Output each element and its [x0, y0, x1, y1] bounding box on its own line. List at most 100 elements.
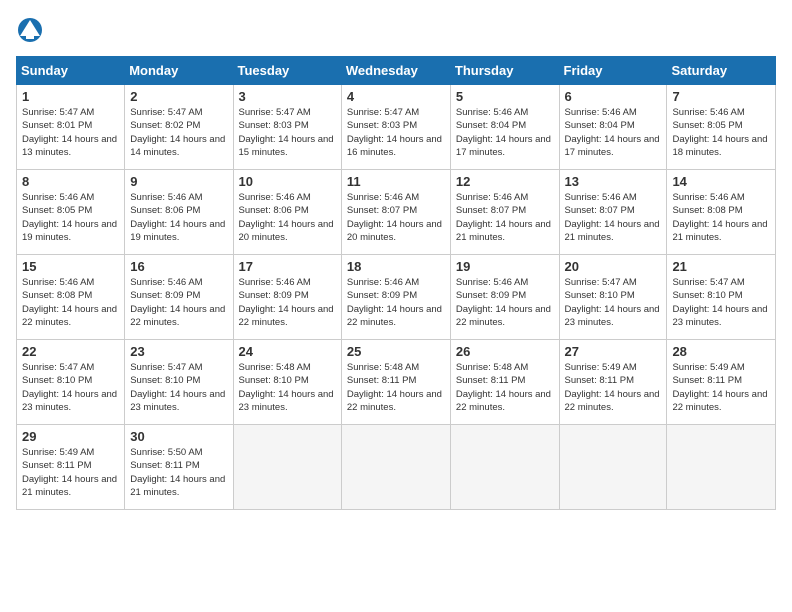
day-info: Sunrise: 5:48 AM Sunset: 8:11 PM Dayligh…	[456, 361, 554, 414]
day-info: Sunrise: 5:47 AM Sunset: 8:03 PM Dayligh…	[239, 106, 336, 159]
day-info: Sunrise: 5:49 AM Sunset: 8:11 PM Dayligh…	[565, 361, 662, 414]
empty-cell	[667, 425, 776, 510]
day-number: 15	[22, 259, 119, 274]
day-number: 28	[672, 344, 770, 359]
day-info: Sunrise: 5:47 AM Sunset: 8:10 PM Dayligh…	[130, 361, 227, 414]
day-number: 12	[456, 174, 554, 189]
day-number: 2	[130, 89, 227, 104]
day-cell: 2 Sunrise: 5:47 AM Sunset: 8:02 PM Dayli…	[125, 85, 233, 170]
day-cell: 20 Sunrise: 5:47 AM Sunset: 8:10 PM Dayl…	[559, 255, 667, 340]
day-number: 19	[456, 259, 554, 274]
week-row: 8 Sunrise: 5:46 AM Sunset: 8:05 PM Dayli…	[17, 170, 776, 255]
day-cell: 17 Sunrise: 5:46 AM Sunset: 8:09 PM Dayl…	[233, 255, 341, 340]
day-cell: 26 Sunrise: 5:48 AM Sunset: 8:11 PM Dayl…	[450, 340, 559, 425]
calendar-header-tuesday: Tuesday	[233, 57, 341, 85]
day-info: Sunrise: 5:46 AM Sunset: 8:06 PM Dayligh…	[239, 191, 336, 244]
day-cell: 12 Sunrise: 5:46 AM Sunset: 8:07 PM Dayl…	[450, 170, 559, 255]
calendar-header-monday: Monday	[125, 57, 233, 85]
day-info: Sunrise: 5:47 AM Sunset: 8:01 PM Dayligh…	[22, 106, 119, 159]
day-number: 9	[130, 174, 227, 189]
day-cell: 18 Sunrise: 5:46 AM Sunset: 8:09 PM Dayl…	[341, 255, 450, 340]
calendar: SundayMondayTuesdayWednesdayThursdayFrid…	[16, 56, 776, 510]
day-cell: 30 Sunrise: 5:50 AM Sunset: 8:11 PM Dayl…	[125, 425, 233, 510]
day-number: 18	[347, 259, 445, 274]
day-number: 3	[239, 89, 336, 104]
day-cell: 7 Sunrise: 5:46 AM Sunset: 8:05 PM Dayli…	[667, 85, 776, 170]
day-cell: 19 Sunrise: 5:46 AM Sunset: 8:09 PM Dayl…	[450, 255, 559, 340]
day-number: 14	[672, 174, 770, 189]
day-number: 24	[239, 344, 336, 359]
logo-icon	[16, 16, 44, 44]
day-number: 21	[672, 259, 770, 274]
day-cell: 22 Sunrise: 5:47 AM Sunset: 8:10 PM Dayl…	[17, 340, 125, 425]
day-info: Sunrise: 5:47 AM Sunset: 8:10 PM Dayligh…	[565, 276, 662, 329]
day-cell: 10 Sunrise: 5:46 AM Sunset: 8:06 PM Dayl…	[233, 170, 341, 255]
day-info: Sunrise: 5:46 AM Sunset: 8:08 PM Dayligh…	[672, 191, 770, 244]
day-info: Sunrise: 5:46 AM Sunset: 8:04 PM Dayligh…	[456, 106, 554, 159]
day-number: 26	[456, 344, 554, 359]
day-info: Sunrise: 5:47 AM Sunset: 8:10 PM Dayligh…	[672, 276, 770, 329]
day-number: 8	[22, 174, 119, 189]
day-info: Sunrise: 5:48 AM Sunset: 8:10 PM Dayligh…	[239, 361, 336, 414]
day-cell: 1 Sunrise: 5:47 AM Sunset: 8:01 PM Dayli…	[17, 85, 125, 170]
day-number: 25	[347, 344, 445, 359]
day-info: Sunrise: 5:48 AM Sunset: 8:11 PM Dayligh…	[347, 361, 445, 414]
day-number: 23	[130, 344, 227, 359]
day-cell: 24 Sunrise: 5:48 AM Sunset: 8:10 PM Dayl…	[233, 340, 341, 425]
day-info: Sunrise: 5:50 AM Sunset: 8:11 PM Dayligh…	[130, 446, 227, 499]
day-number: 4	[347, 89, 445, 104]
day-cell: 5 Sunrise: 5:46 AM Sunset: 8:04 PM Dayli…	[450, 85, 559, 170]
calendar-header-wednesday: Wednesday	[341, 57, 450, 85]
calendar-header-thursday: Thursday	[450, 57, 559, 85]
day-info: Sunrise: 5:46 AM Sunset: 8:07 PM Dayligh…	[456, 191, 554, 244]
day-cell: 9 Sunrise: 5:46 AM Sunset: 8:06 PM Dayli…	[125, 170, 233, 255]
day-info: Sunrise: 5:46 AM Sunset: 8:07 PM Dayligh…	[565, 191, 662, 244]
day-number: 22	[22, 344, 119, 359]
empty-cell	[233, 425, 341, 510]
day-cell: 23 Sunrise: 5:47 AM Sunset: 8:10 PM Dayl…	[125, 340, 233, 425]
day-cell: 27 Sunrise: 5:49 AM Sunset: 8:11 PM Dayl…	[559, 340, 667, 425]
day-number: 6	[565, 89, 662, 104]
day-number: 17	[239, 259, 336, 274]
day-info: Sunrise: 5:46 AM Sunset: 8:09 PM Dayligh…	[239, 276, 336, 329]
day-cell: 13 Sunrise: 5:46 AM Sunset: 8:07 PM Dayl…	[559, 170, 667, 255]
day-number: 29	[22, 429, 119, 444]
day-cell: 16 Sunrise: 5:46 AM Sunset: 8:09 PM Dayl…	[125, 255, 233, 340]
day-info: Sunrise: 5:46 AM Sunset: 8:06 PM Dayligh…	[130, 191, 227, 244]
day-cell: 28 Sunrise: 5:49 AM Sunset: 8:11 PM Dayl…	[667, 340, 776, 425]
day-number: 20	[565, 259, 662, 274]
day-info: Sunrise: 5:46 AM Sunset: 8:09 PM Dayligh…	[347, 276, 445, 329]
day-cell: 29 Sunrise: 5:49 AM Sunset: 8:11 PM Dayl…	[17, 425, 125, 510]
week-row: 1 Sunrise: 5:47 AM Sunset: 8:01 PM Dayli…	[17, 85, 776, 170]
page-header	[16, 16, 776, 44]
day-cell: 6 Sunrise: 5:46 AM Sunset: 8:04 PM Dayli…	[559, 85, 667, 170]
calendar-header-row: SundayMondayTuesdayWednesdayThursdayFrid…	[17, 57, 776, 85]
calendar-header-friday: Friday	[559, 57, 667, 85]
day-info: Sunrise: 5:46 AM Sunset: 8:08 PM Dayligh…	[22, 276, 119, 329]
day-info: Sunrise: 5:47 AM Sunset: 8:02 PM Dayligh…	[130, 106, 227, 159]
calendar-header-sunday: Sunday	[17, 57, 125, 85]
day-info: Sunrise: 5:46 AM Sunset: 8:09 PM Dayligh…	[130, 276, 227, 329]
day-number: 11	[347, 174, 445, 189]
day-info: Sunrise: 5:46 AM Sunset: 8:04 PM Dayligh…	[565, 106, 662, 159]
day-cell: 25 Sunrise: 5:48 AM Sunset: 8:11 PM Dayl…	[341, 340, 450, 425]
day-number: 13	[565, 174, 662, 189]
week-row: 15 Sunrise: 5:46 AM Sunset: 8:08 PM Dayl…	[17, 255, 776, 340]
day-number: 16	[130, 259, 227, 274]
empty-cell	[341, 425, 450, 510]
day-info: Sunrise: 5:49 AM Sunset: 8:11 PM Dayligh…	[22, 446, 119, 499]
day-info: Sunrise: 5:47 AM Sunset: 8:03 PM Dayligh…	[347, 106, 445, 159]
day-cell: 15 Sunrise: 5:46 AM Sunset: 8:08 PM Dayl…	[17, 255, 125, 340]
day-cell: 14 Sunrise: 5:46 AM Sunset: 8:08 PM Dayl…	[667, 170, 776, 255]
week-row: 29 Sunrise: 5:49 AM Sunset: 8:11 PM Dayl…	[17, 425, 776, 510]
day-info: Sunrise: 5:46 AM Sunset: 8:05 PM Dayligh…	[672, 106, 770, 159]
empty-cell	[450, 425, 559, 510]
day-info: Sunrise: 5:46 AM Sunset: 8:09 PM Dayligh…	[456, 276, 554, 329]
day-number: 1	[22, 89, 119, 104]
day-info: Sunrise: 5:46 AM Sunset: 8:07 PM Dayligh…	[347, 191, 445, 244]
day-number: 10	[239, 174, 336, 189]
day-cell: 11 Sunrise: 5:46 AM Sunset: 8:07 PM Dayl…	[341, 170, 450, 255]
empty-cell	[559, 425, 667, 510]
day-info: Sunrise: 5:46 AM Sunset: 8:05 PM Dayligh…	[22, 191, 119, 244]
day-number: 27	[565, 344, 662, 359]
